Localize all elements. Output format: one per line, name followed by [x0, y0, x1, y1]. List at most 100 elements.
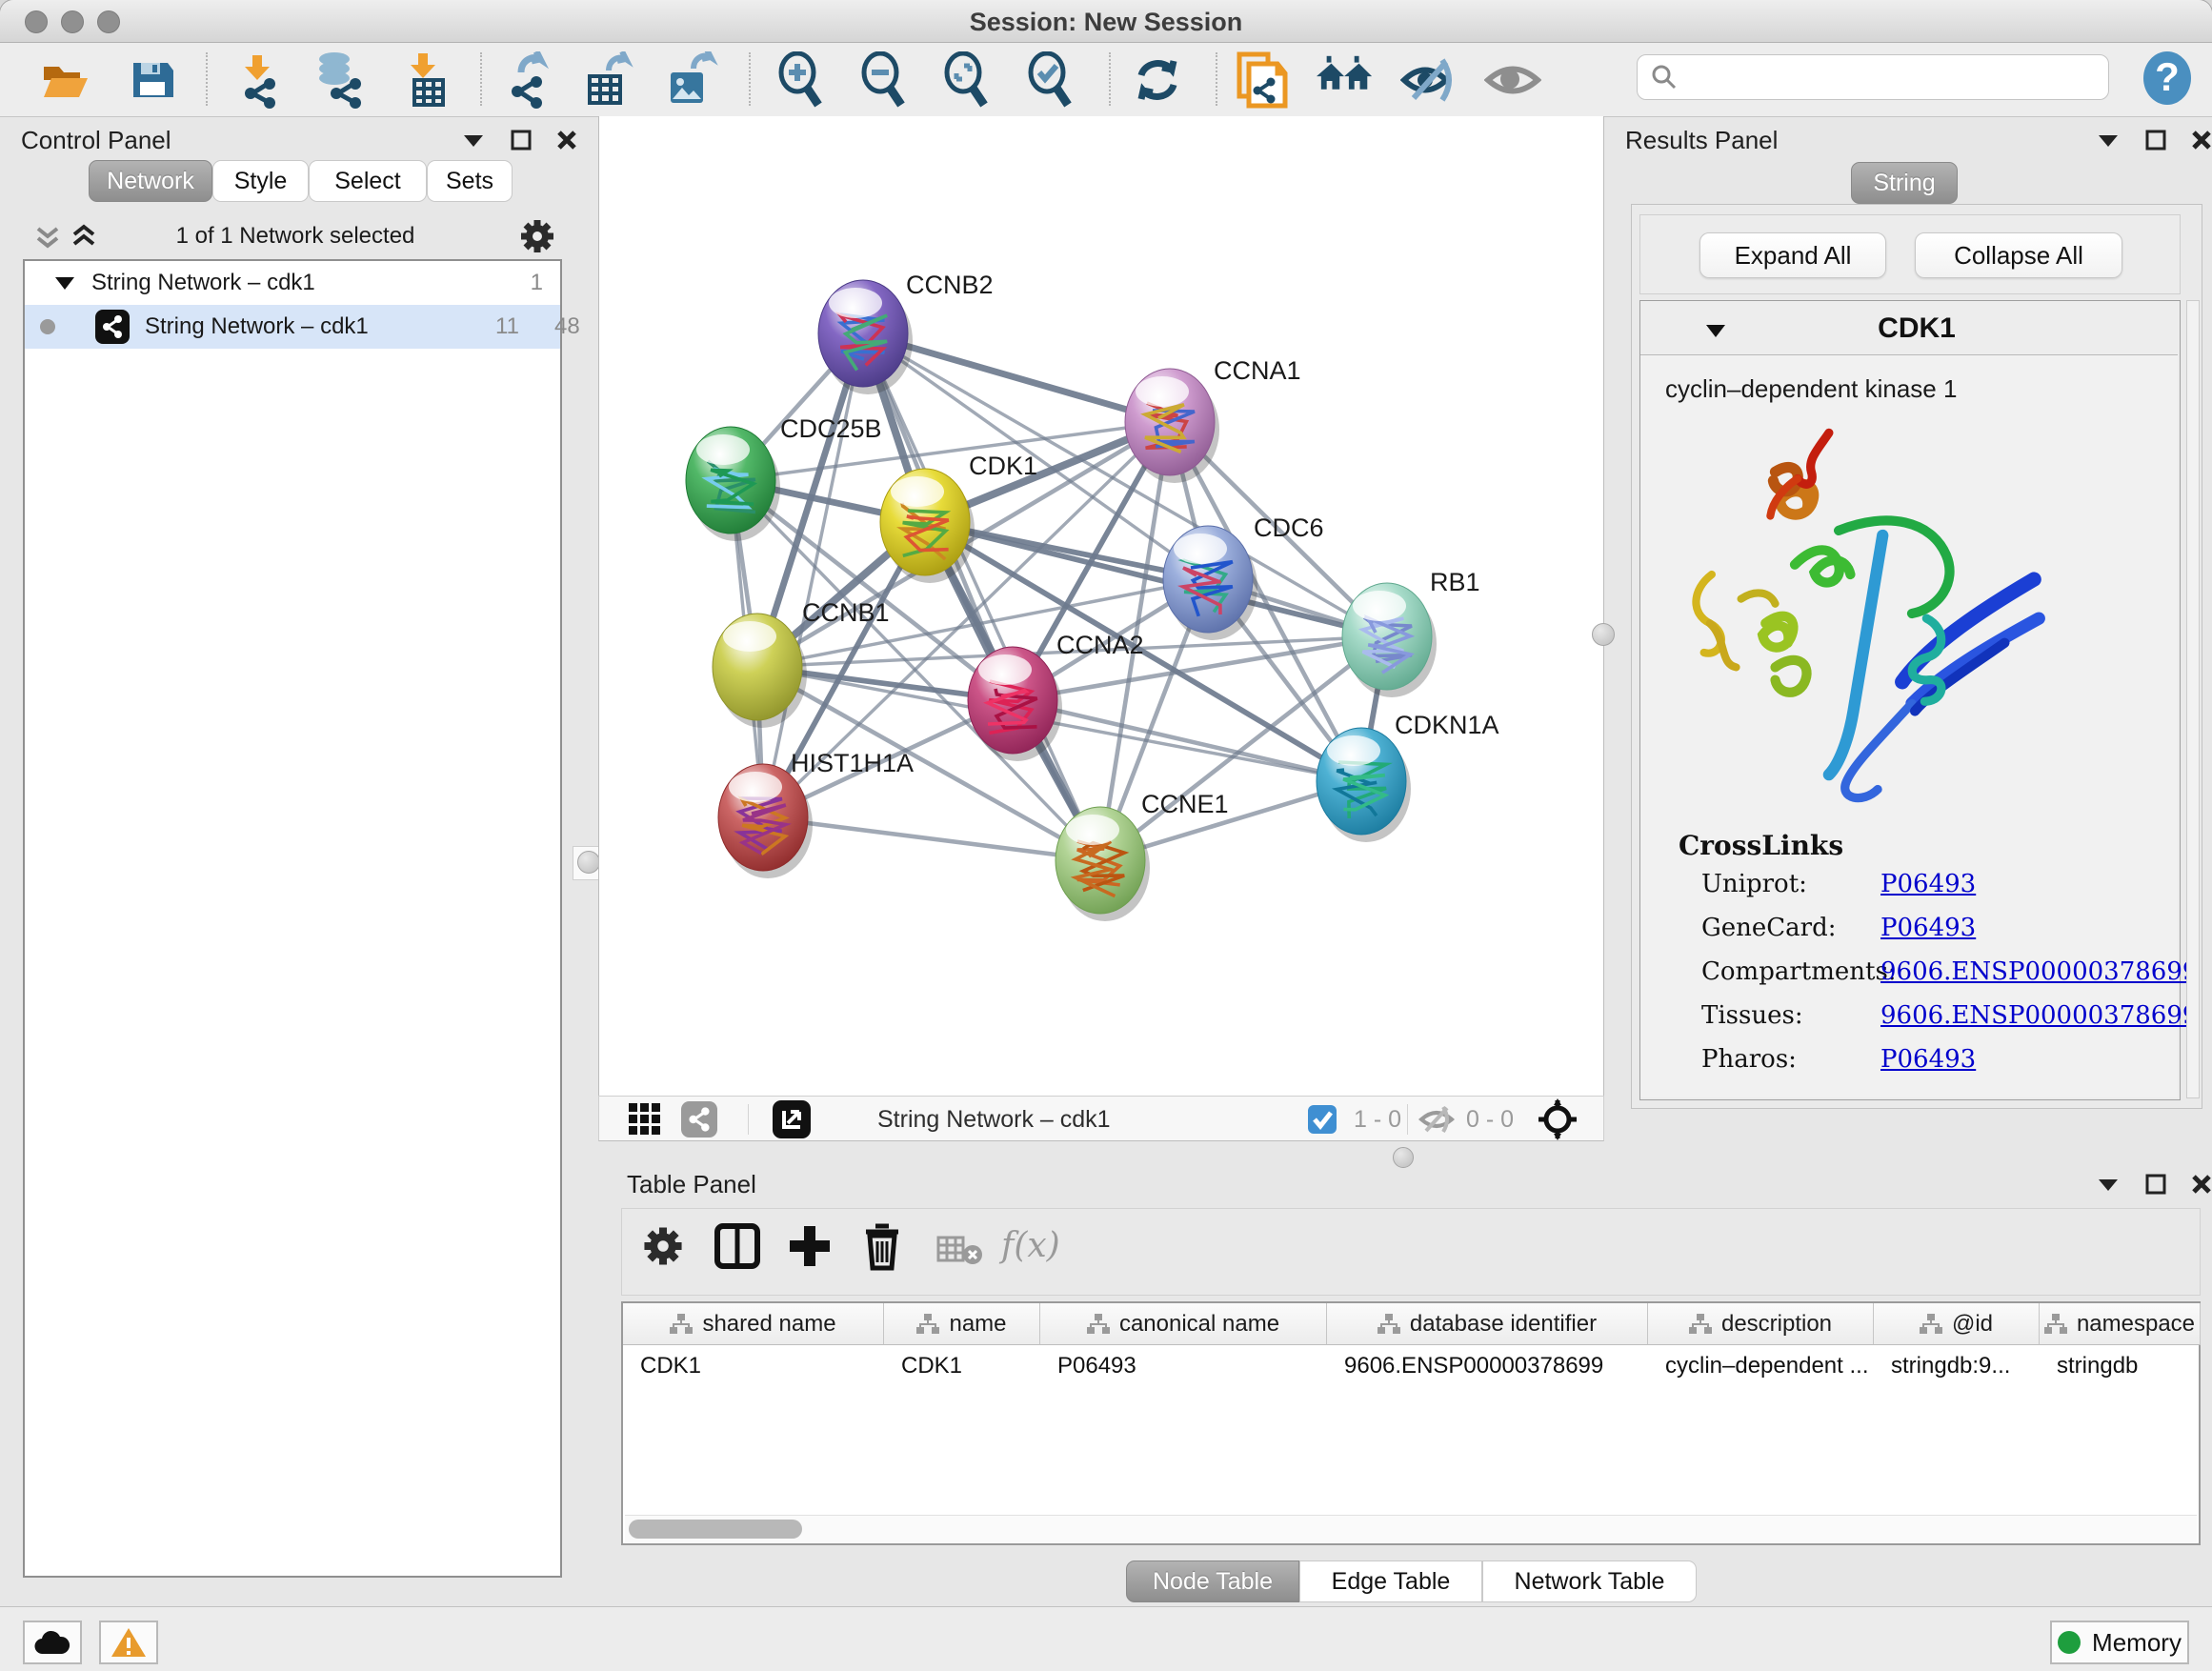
table-cell[interactable]: stringdb:9... — [1874, 1345, 2040, 1387]
network-node-cdkn1a[interactable]: CDKN1A — [1317, 711, 1499, 842]
cloud-button[interactable] — [23, 1621, 82, 1664]
zoom-selected-icon[interactable] — [1021, 50, 1080, 110]
collection-expand-icon[interactable] — [53, 274, 76, 292]
table-cell[interactable]: CDK1 — [623, 1345, 884, 1387]
hidden-eye-icon[interactable] — [1418, 1102, 1455, 1137]
panel-float-icon[interactable] — [2096, 1176, 2121, 1193]
add-column-icon[interactable] — [786, 1222, 834, 1275]
network-node-rb1[interactable]: RB1 — [1342, 568, 1480, 697]
tab-style[interactable]: Style — [212, 160, 309, 202]
crosslink-value-link[interactable]: P06493 — [1880, 914, 1976, 942]
table-cell[interactable]: cyclin–dependent ... — [1648, 1345, 1874, 1387]
search-input[interactable] — [1687, 63, 2101, 91]
save-session-icon[interactable] — [123, 50, 182, 110]
expand-all-networks-icon[interactable] — [69, 221, 99, 256]
table-options-gear-icon[interactable] — [641, 1224, 685, 1273]
column-header--id[interactable]: @id — [1874, 1303, 2040, 1345]
warnings-button[interactable] — [99, 1621, 158, 1664]
crosslink-value-link[interactable]: 9606.ENSP00000378699 — [1880, 1001, 2198, 1030]
tab-node-table[interactable]: Node Table — [1126, 1560, 1299, 1602]
memory-button[interactable]: Memory — [2050, 1621, 2189, 1664]
left-splitter-handle[interactable] — [577, 851, 600, 874]
results-scrollbar[interactable] — [2186, 300, 2200, 1098]
search-field[interactable] — [1637, 54, 2109, 100]
right-splitter-handle[interactable] — [1592, 623, 1615, 646]
column-header-canonical-name[interactable]: canonical name — [1040, 1303, 1327, 1345]
tab-select[interactable]: Select — [309, 160, 427, 202]
tab-sets[interactable]: Sets — [427, 160, 513, 202]
network-node-cdc6[interactable]: CDC6 — [1163, 513, 1324, 640]
show-hide-icon[interactable] — [1399, 50, 1458, 110]
export-image-icon[interactable] — [661, 50, 720, 110]
panel-float-icon[interactable] — [461, 131, 486, 149]
tab-edge-table[interactable]: Edge Table — [1299, 1560, 1482, 1602]
zoom-in-icon[interactable] — [772, 50, 831, 110]
table-cell[interactable]: stringdb — [2040, 1345, 2201, 1387]
network-edge[interactable] — [763, 817, 1100, 860]
panel-close-icon[interactable] — [556, 130, 577, 151]
network-collection-row[interactable]: String Network – cdk1 1 — [25, 261, 560, 305]
column-header-description[interactable]: description — [1648, 1303, 1874, 1345]
selected-checkbox-icon[interactable] — [1308, 1102, 1337, 1137]
column-type-icon — [1087, 1314, 1110, 1335]
bottom-splitter-handle[interactable] — [1393, 1147, 1414, 1168]
export-network-icon[interactable] — [497, 50, 556, 110]
table-cell[interactable]: 9606.ENSP00000378699 — [1327, 1345, 1648, 1387]
network-edge[interactable] — [763, 333, 863, 817]
panel-maximize-icon[interactable] — [2145, 130, 2166, 151]
collapse-all-networks-icon[interactable] — [32, 221, 63, 256]
share-view-icon[interactable] — [681, 1102, 717, 1137]
function-builder-icon[interactable]: f(x) — [1001, 1226, 1060, 1265]
table-cell[interactable]: CDK1 — [884, 1345, 1040, 1387]
panel-maximize-icon[interactable] — [511, 130, 532, 151]
import-table-icon[interactable] — [397, 50, 456, 110]
homes-icon[interactable] — [1317, 50, 1376, 110]
import-network-icon[interactable] — [229, 50, 288, 110]
help-button[interactable]: ? — [2138, 49, 2197, 108]
show-columns-icon[interactable] — [714, 1222, 761, 1275]
delete-table-icon[interactable] — [936, 1234, 982, 1271]
panel-float-icon[interactable] — [2096, 131, 2121, 149]
fit-crosshair-icon[interactable] — [1537, 1102, 1579, 1137]
zoom-out-icon[interactable] — [855, 50, 914, 110]
table-hscrollbar-thumb[interactable] — [629, 1520, 802, 1539]
expand-all-button[interactable]: Expand All — [1699, 232, 1886, 278]
column-header-name[interactable]: name — [884, 1303, 1040, 1345]
network-graph[interactable]: CCNB2CCNA1CDC25BCDK1CDC6RB1CCNB1CCNA2CDK… — [599, 116, 1605, 1096]
crosslink-value-link[interactable]: P06493 — [1880, 1045, 1976, 1074]
export-table-icon[interactable] — [578, 50, 637, 110]
zoom-fit-icon[interactable] — [937, 50, 996, 110]
refresh-layout-icon[interactable] — [1128, 50, 1187, 110]
crosslink-label: GeneCard: — [1701, 914, 1837, 942]
panel-close-icon[interactable] — [2191, 1174, 2212, 1195]
crosslink-value-link[interactable]: P06493 — [1880, 870, 1976, 898]
string-document-icon[interactable] — [1231, 50, 1290, 110]
table-cell[interactable]: P06493 — [1040, 1345, 1327, 1387]
tab-network-table[interactable]: Network Table — [1482, 1560, 1697, 1602]
panel-maximize-icon[interactable] — [2145, 1174, 2166, 1195]
column-header-shared-name[interactable]: shared name — [623, 1303, 884, 1345]
network-node-cdk1[interactable]: CDK1 — [880, 452, 1037, 583]
network-node-ccne1[interactable]: CCNE1 — [1056, 790, 1229, 921]
network-node-hist1h1a[interactable]: HIST1H1A — [718, 749, 914, 878]
tab-network[interactable]: Network — [89, 160, 212, 202]
eye-icon[interactable] — [1483, 50, 1542, 110]
delete-column-trash-icon[interactable] — [858, 1220, 906, 1277]
birds-eye-grid-icon[interactable] — [628, 1102, 662, 1137]
panel-close-icon[interactable] — [2191, 130, 2212, 151]
network-canvas[interactable]: CCNB2CCNA1CDC25BCDK1CDC6RB1CCNB1CCNA2CDK… — [598, 116, 1604, 1096]
tab-string[interactable]: String — [1851, 162, 1958, 204]
column-header-database-identifier[interactable]: database identifier — [1327, 1303, 1648, 1345]
open-external-icon[interactable] — [773, 1102, 811, 1137]
column-header-namespace[interactable]: namespace — [2040, 1303, 2201, 1345]
network-options-gear-icon[interactable] — [518, 217, 556, 260]
import-network-from-database-icon[interactable] — [310, 50, 369, 110]
collapse-all-button[interactable]: Collapse All — [1915, 232, 2122, 278]
crosslink-value-link[interactable]: 9606.ENSP00000378699 — [1880, 957, 2198, 986]
table-hscrollbar[interactable] — [625, 1515, 2197, 1542]
network-row-selected[interactable]: String Network – cdk1 11 48 — [25, 305, 560, 349]
network-edge[interactable] — [863, 333, 1100, 860]
open-session-icon[interactable] — [35, 50, 94, 110]
network-node-ccnb2[interactable]: CCNB2 — [818, 271, 994, 394]
protein-collapse-icon[interactable] — [1703, 322, 1728, 339]
